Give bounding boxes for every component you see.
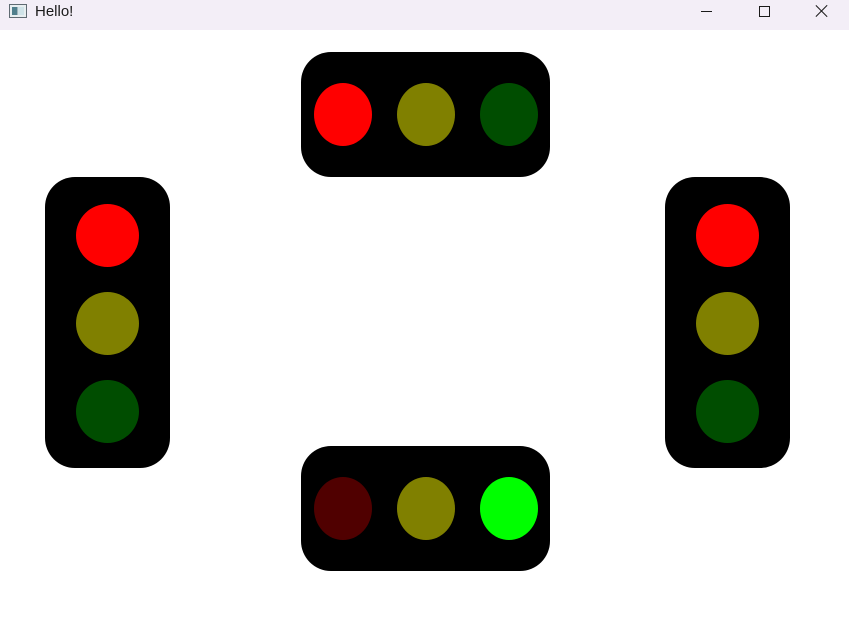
close-button[interactable] — [799, 0, 845, 30]
close-icon — [815, 4, 829, 18]
traffic-light-bottom — [301, 446, 550, 571]
lamp-red — [696, 204, 759, 267]
lamp-yellow — [397, 477, 455, 540]
lamp-yellow — [76, 292, 139, 355]
app-window: Hello! — [0, 0, 849, 623]
minimize-button[interactable] — [683, 0, 729, 30]
traffic-light-left — [45, 177, 170, 468]
lamp-red — [76, 204, 139, 267]
maximize-icon — [758, 5, 770, 17]
lamp-red — [314, 83, 372, 146]
maximize-button[interactable] — [741, 0, 787, 30]
lamp-green — [480, 477, 538, 540]
title-bar[interactable]: Hello! — [0, 0, 849, 30]
lamp-yellow — [397, 83, 455, 146]
traffic-light-right — [665, 177, 790, 468]
lamp-green — [480, 83, 538, 146]
lamp-green — [76, 380, 139, 443]
app-icon — [9, 4, 27, 18]
lamp-green — [696, 380, 759, 443]
minimize-icon — [700, 10, 712, 12]
traffic-light-top — [301, 52, 550, 177]
lamp-red — [314, 477, 372, 540]
window-title: Hello! — [35, 3, 74, 20]
lamp-yellow — [696, 292, 759, 355]
